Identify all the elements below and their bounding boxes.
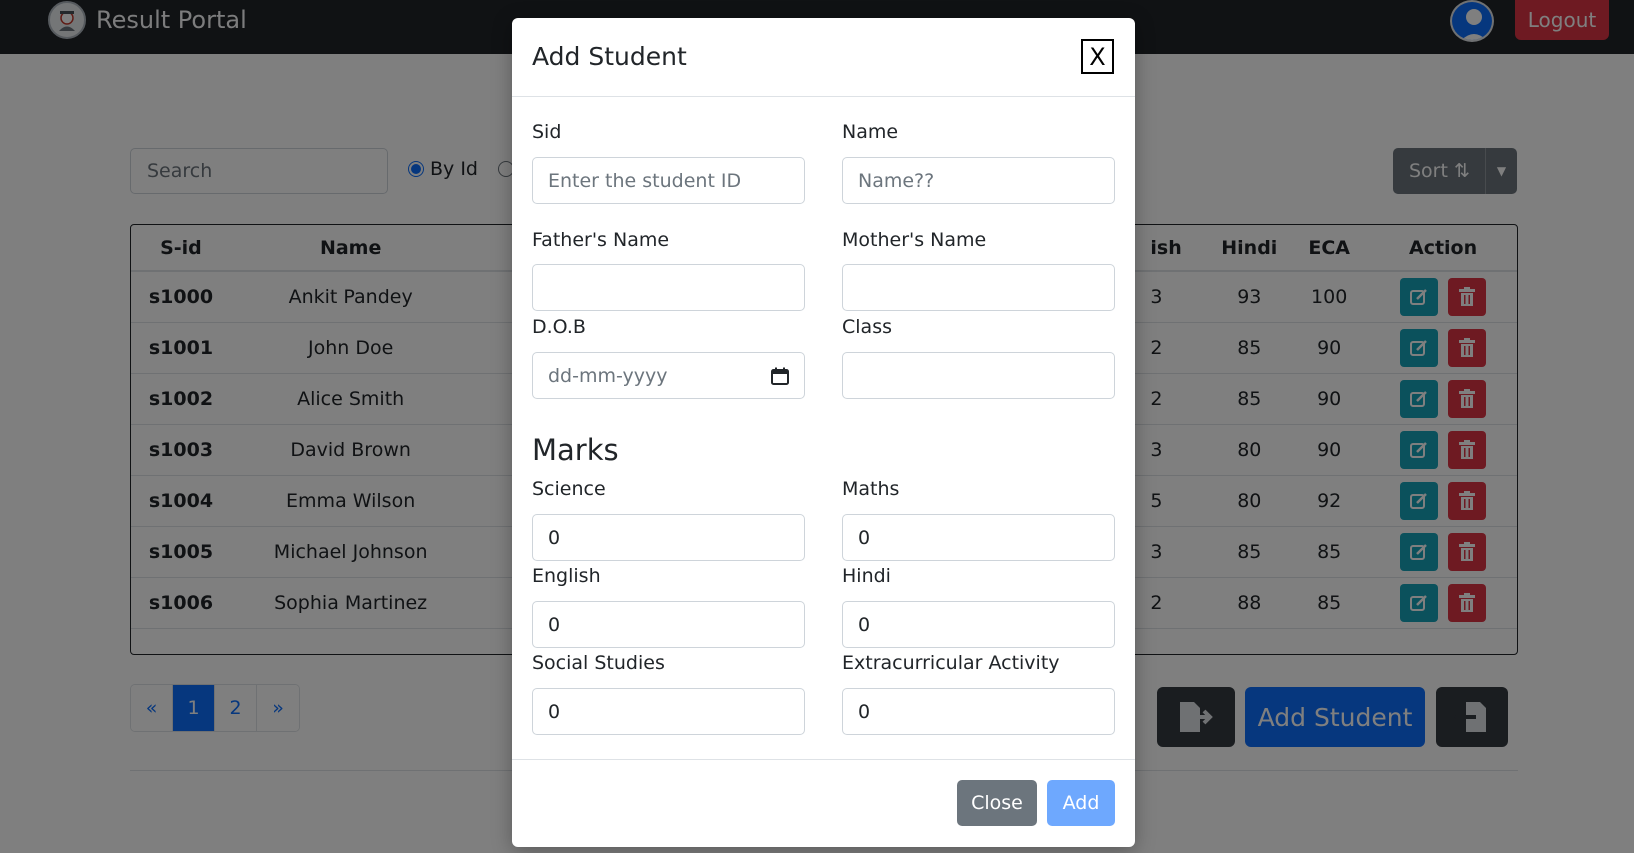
eca-label: Extracurricular Activity (842, 652, 1060, 674)
add-student-modal: Add Student X Sid Name Father's Name Mot… (512, 18, 1135, 847)
name-input[interactable] (842, 157, 1115, 204)
father-name-label: Father's Name (532, 229, 670, 251)
social-studies-input[interactable] (532, 688, 805, 735)
modal-title: Add Student (532, 42, 687, 71)
sid-input[interactable] (532, 157, 805, 204)
name-label: Name (842, 121, 899, 143)
sid-label: Sid (532, 121, 562, 143)
close-icon[interactable]: X (1081, 39, 1114, 74)
mother-name-input[interactable] (842, 264, 1115, 311)
dob-input[interactable]: dd-mm-yyyy (532, 352, 805, 399)
close-button[interactable]: Close (957, 780, 1037, 826)
father-name-input[interactable] (532, 264, 805, 311)
modal-header: Add Student X (512, 18, 1135, 97)
hindi-input[interactable] (842, 601, 1115, 648)
marks-section-title: Marks (532, 433, 619, 467)
eca-input[interactable] (842, 688, 1115, 735)
science-input[interactable] (532, 514, 805, 561)
add-button[interactable]: Add (1047, 780, 1115, 826)
calendar-icon[interactable] (771, 367, 789, 385)
social-studies-label: Social Studies (532, 652, 665, 674)
class-input[interactable] (842, 352, 1115, 399)
modal-footer: Close Add (512, 760, 1135, 846)
maths-label: Maths (842, 478, 900, 500)
class-label: Class (842, 316, 892, 338)
maths-input[interactable] (842, 514, 1115, 561)
dob-label: D.O.B (532, 316, 586, 338)
modal-body: Sid Name Father's Name Mother's Name D.O… (512, 97, 1135, 760)
mother-name-label: Mother's Name (842, 229, 987, 251)
english-label: English (532, 565, 601, 587)
english-input[interactable] (532, 601, 805, 648)
dob-placeholder: dd-mm-yyyy (548, 364, 668, 387)
hindi-label: Hindi (842, 565, 891, 587)
science-label: Science (532, 478, 606, 500)
